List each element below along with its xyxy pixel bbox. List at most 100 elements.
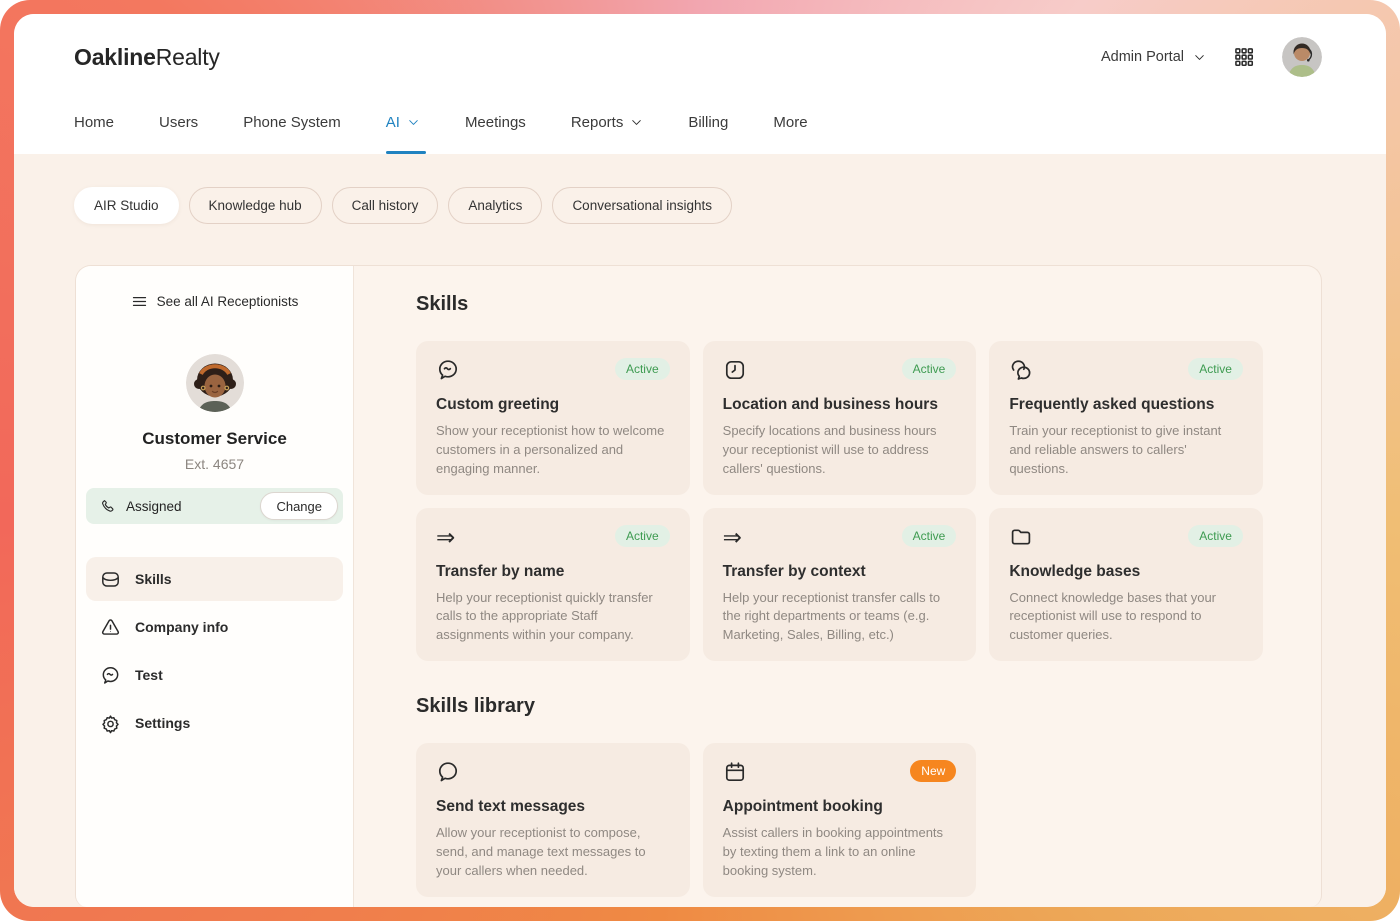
nav-item-more[interactable]: More [773,90,807,154]
sidebar-menu: Skills Company info Test Settings [86,557,343,745]
card-description: Help your receptionist quickly transfer … [436,589,670,646]
hamburger-icon [131,293,148,310]
assigned-status-label: Assigned [126,499,182,514]
transfer-icon: ⇒ [436,525,455,550]
user-avatar-image [1282,37,1322,77]
nav-item-reports[interactable]: Reports [571,90,644,154]
chevron-down-icon [407,116,420,129]
sidebar-item-label: Settings [135,715,190,731]
pill-analytics[interactable]: Analytics [448,187,542,224]
receptionist-avatar [186,354,244,412]
skills-icon [100,569,121,590]
greeting-icon [436,358,460,382]
skill-card-location-and-business-hours[interactable]: ActiveLocation and business hoursSpecify… [703,341,977,495]
nav-item-billing[interactable]: Billing [688,90,728,154]
nav-item-home[interactable]: Home [74,90,114,154]
skills-title: Skills [416,293,1263,316]
card-title: Frequently asked questions [1009,396,1243,414]
calendar-icon [723,760,747,784]
receptionist-sidebar: See all AI Receptionists [76,266,354,907]
status-badge: Active [1188,358,1243,380]
brand-logo-bold: Oakline [74,44,156,70]
nav-item-users[interactable]: Users [159,90,198,154]
nav-item-ai[interactable]: AI [386,90,420,154]
skill-card-transfer-by-name[interactable]: ⇒ActiveTransfer by nameHelp your recepti… [416,508,690,662]
card-title: Location and business hours [723,396,957,414]
chevron-down-icon [630,116,643,129]
status-badge: Active [902,525,957,547]
top-bar: OaklineRealty Admin Portal [14,14,1386,90]
pill-knowledge-hub[interactable]: Knowledge hub [189,187,322,224]
nav-item-label: Billing [688,114,728,131]
card-header: Active [436,358,670,385]
portal-label: Admin Portal [1101,49,1184,65]
card-description: Show your receptionist how to welcome cu… [436,422,670,479]
nav-item-phone-system[interactable]: Phone System [243,90,341,154]
card-header: Active [1009,525,1243,552]
nav-item-meetings[interactable]: Meetings [465,90,526,154]
receptionist-avatar-image [186,354,244,412]
brand-logo-regular: Realty [156,44,220,70]
nav-item-label: Reports [571,114,624,131]
card-title: Custom greeting [436,396,670,414]
chevron-down-icon [1193,51,1206,64]
sidebar-item-label: Test [135,667,163,683]
content-area: AIR Studio Knowledge hub Call historyAnaly… [14,154,1386,907]
receptionist-extension: Ext. 4657 [86,456,343,472]
skill-card-appointment-booking[interactable]: New Appointment booking Assist callers in … [703,743,977,897]
card-header: Active [723,358,957,385]
change-assignment-button[interactable]: Change [260,492,338,520]
nav-item-label: Meetings [465,114,526,131]
card-title: Transfer by name [436,563,670,581]
apps-grid-icon[interactable] [1233,46,1255,68]
card-description: Assist callers in booking appointments b… [723,824,957,881]
status-badge: Active [902,358,957,380]
status-badge: Active [1188,525,1243,547]
gradient-frame: OaklineRealty Admin Portal [0,0,1400,921]
top-bar-right: Admin Portal [1101,37,1322,77]
card-title: Knowledge bases [1009,563,1243,581]
settings-icon [100,713,121,734]
pill-air-studio[interactable]: AIR Studio [74,187,179,224]
pill-call-history[interactable]: Call history [332,187,439,224]
brand-logo: OaklineRealty [74,44,220,71]
app-window: OaklineRealty Admin Portal [14,14,1386,907]
nav-item-label: Users [159,114,198,131]
skills-main: Skills Active Custom greeting Show your re… [354,266,1321,907]
card-title: Appointment booking [723,798,957,816]
card-header: New [723,760,957,787]
nav-item-label: Phone System [243,114,341,131]
sidebar-item-settings[interactable]: Settings [86,701,343,745]
card-description: Help your receptionist transfer calls to… [723,589,957,646]
pill-conversational-insights[interactable]: Conversational insights [552,187,732,224]
skill-card-knowledge-bases[interactable]: Active Knowledge bases Connect knowledge b… [989,508,1263,662]
transfer-icon: ⇒ [723,524,742,550]
skill-card-transfer-by-context[interactable]: ⇒ActiveTransfer by contextHelp your rece… [703,508,977,662]
status-badge: New [910,760,956,782]
faq-icon [1009,358,1033,382]
transfer-icon: ⇒ [436,524,455,550]
nav-item-label: Home [74,114,114,131]
skills-library-title: Skills library [416,695,1263,718]
skill-card-custom-greeting[interactable]: Active Custom greeting Show your reception… [416,341,690,495]
sidebar-item-label: Skills [135,571,172,587]
portal-switcher[interactable]: Admin Portal [1101,49,1206,65]
sidebar-item-label: Company info [135,619,228,635]
status-badge: Active [615,358,670,380]
company-info-icon [100,617,121,638]
card-header: Active [1009,358,1243,385]
main-nav: Home Users Phone System AI Meetings Reports Bi… [14,90,1386,154]
sidebar-item-company-info[interactable]: Company info [86,605,343,649]
folder-icon [1009,525,1033,549]
sidebar-item-skills[interactable]: Skills [86,557,343,601]
transfer-icon: ⇒ [723,525,742,550]
subnav-pills: AIR Studio Knowledge hub Call historyAnaly… [74,187,1386,224]
card-description: Train your receptionist to give instant … [1009,422,1243,479]
user-avatar[interactable] [1282,37,1322,77]
card-description: Connect knowledge bases that your recept… [1009,589,1243,646]
skill-card-send-text-messages[interactable]: Send text messagesAllow your receptionis… [416,743,690,897]
sidebar-item-test[interactable]: Test [86,653,343,697]
skills-grid: Active Custom greeting Show your reception… [416,341,1263,661]
skill-card-frequently-asked-questions[interactable]: Active Frequently asked questions Train yo… [989,341,1263,495]
see-all-receptionists-button[interactable]: See all AI Receptionists [131,293,299,310]
